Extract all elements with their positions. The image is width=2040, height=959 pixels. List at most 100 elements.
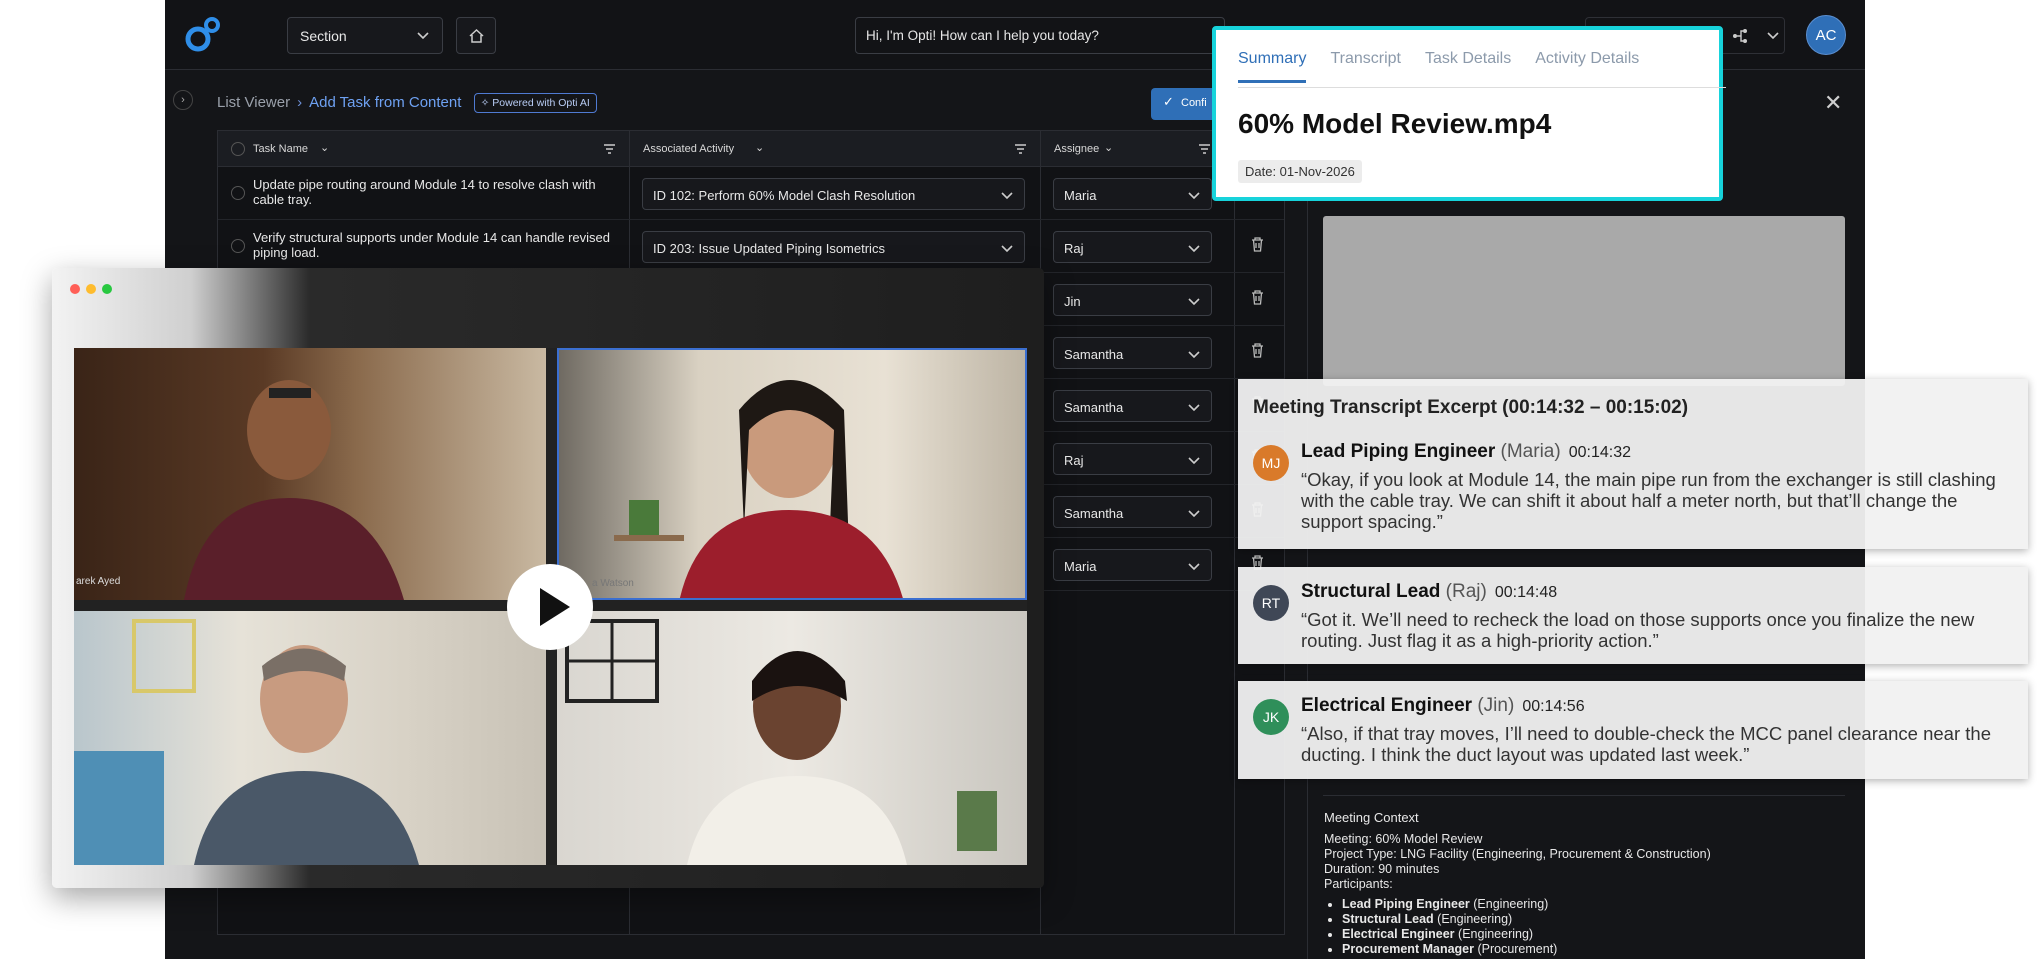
trash-icon[interactable] (1251, 290, 1264, 305)
speaker-role: Structural Lead (1301, 581, 1441, 602)
user-avatar[interactable]: AC (1806, 15, 1846, 55)
filter-icon[interactable] (1014, 143, 1027, 155)
play-button[interactable] (507, 564, 593, 650)
participant-role: Structural Lead (1342, 912, 1434, 926)
assignee-select[interactable]: Samantha (1053, 496, 1212, 528)
person-silhouette (614, 380, 903, 598)
breadcrumb-current: Add Task from Content (309, 94, 462, 111)
transcript-quote: “Okay, if you look at Module 14, the mai… (1301, 469, 1996, 532)
speaker-avatar: RT (1253, 585, 1289, 621)
video-tile-participant-2[interactable]: a Watson (557, 348, 1027, 600)
assignee-select[interactable]: Maria (1053, 549, 1212, 581)
assignee-select[interactable]: Jin (1053, 284, 1212, 316)
assignee-value: Raj (1064, 453, 1084, 468)
window-close-dot[interactable] (70, 284, 80, 294)
chevron-down-icon[interactable] (1766, 28, 1780, 42)
section-select-label: Section (300, 28, 347, 44)
table-row[interactable]: Verify structural supports under Module … (218, 220, 1284, 273)
assignee-value: Samantha (1064, 347, 1124, 362)
assignee-select[interactable]: Samantha (1053, 337, 1212, 369)
participant-dept: (Procurement) (1473, 942, 1558, 956)
assignee-select[interactable]: Raj (1053, 443, 1212, 475)
header-associated-activity[interactable]: Associated Activity (643, 143, 734, 155)
grid-header: Task Name ⌄ Associated Activity ⌄ Assign… (218, 131, 1284, 167)
task-name-cell: Update pipe routing around Module 14 to … (253, 177, 596, 207)
speaker-avatar: JK (1253, 699, 1289, 735)
participant-dept: (Engineering) (1454, 927, 1534, 941)
video-tile-participant-3[interactable] (74, 611, 546, 865)
select-all-radio[interactable] (231, 142, 245, 156)
meeting-context: Meeting Context Meeting: 60% Model Revie… (1324, 810, 1711, 957)
date-badge: Date: 01-Nov-2026 (1238, 160, 1362, 183)
speaker-name: (Raj) (1445, 581, 1487, 602)
participant-dept: (Engineering) (1433, 912, 1513, 926)
home-button[interactable] (456, 17, 496, 54)
tab-summary[interactable]: Summary (1238, 50, 1307, 83)
speaker-avatar: MJ (1253, 445, 1289, 481)
trash-icon[interactable] (1251, 343, 1264, 358)
trash-icon[interactable] (1251, 237, 1264, 252)
chevron-right-icon: › (297, 94, 303, 111)
transcript-quote: “Got it. We’ll need to recheck the load … (1301, 609, 1975, 651)
divider (1323, 795, 1845, 796)
header-assignee[interactable]: Assignee (1054, 143, 1099, 155)
activity-value: ID 102: Perform 60% Model Clash Resoluti… (653, 188, 916, 203)
hierarchy-icon[interactable] (1731, 27, 1749, 45)
chevron-down-icon (417, 32, 429, 40)
video-grid: arek Ayed a Watson (74, 348, 1027, 865)
filter-icon[interactable] (1198, 143, 1211, 155)
speaker-line: Structural Lead (Raj) 00:14:48 (1301, 581, 1557, 603)
participant-role: Lead Piping Engineer (1342, 897, 1470, 911)
project-type: Project Type: LNG Facility (Engineering,… (1324, 847, 1711, 861)
speaker-name: (Jin) (1477, 695, 1515, 716)
assignee-select[interactable]: Samantha (1053, 390, 1212, 422)
filter-icon[interactable] (603, 143, 616, 155)
video-tile-participant-1[interactable]: arek Ayed (74, 348, 546, 600)
speaker-name: (Maria) (1500, 441, 1561, 462)
breadcrumb-root-link[interactable]: List Viewer (217, 94, 290, 111)
row-select-radio[interactable] (231, 239, 245, 253)
detail-tabs: Summary Transcript Task Details Activity De… (1238, 50, 1663, 83)
sidebar-toggle-button[interactable]: › (173, 90, 193, 110)
tab-task-details[interactable]: Task Details (1425, 50, 1511, 80)
transcript-card: Meeting Transcript Excerpt (00:14:32 – 0… (1238, 379, 2028, 549)
chevron-down-icon (1188, 298, 1200, 306)
chevron-down-icon (1001, 245, 1013, 253)
window-minimize-dot[interactable] (86, 284, 96, 294)
speaker-line: Lead Piping Engineer (Maria) 00:14:32 (1301, 441, 1631, 463)
table-row[interactable]: Update pipe routing around Module 14 to … (218, 167, 1284, 220)
video-preview-placeholder (1323, 216, 1845, 386)
video-tile-participant-4[interactable] (557, 611, 1027, 865)
assignee-select[interactable]: Raj (1053, 231, 1212, 263)
row-select-radio[interactable] (231, 186, 245, 200)
confirm-label: Confi (1181, 97, 1207, 109)
video-call-window: arek Ayed a Watson (52, 268, 1044, 888)
assignee-value: Samantha (1064, 506, 1124, 521)
check-icon: ✓ (1163, 94, 1174, 109)
window-maximize-dot[interactable] (102, 284, 112, 294)
sort-chevron-icon[interactable]: ⌄ (755, 141, 764, 154)
meeting-name: Meeting: 60% Model Review (1324, 832, 1483, 846)
transcript-card: JK Electrical Engineer (Jin) 00:14:56 “Also… (1238, 681, 2028, 779)
summary-card: Summary Transcript Task Details Activity De… (1212, 26, 1726, 201)
speaker-timestamp: 00:14:56 (1522, 698, 1585, 715)
header-task-name[interactable]: Task Name (253, 143, 308, 155)
participant-item: Procurement Manager (Procurement) (1342, 942, 1711, 957)
participant-role: Procurement Manager (1342, 942, 1474, 956)
associated-activity-select[interactable]: ID 102: Perform 60% Model Clash Resoluti… (642, 178, 1025, 210)
section-select[interactable]: Section (287, 17, 443, 54)
assignee-select[interactable]: Maria (1053, 178, 1212, 210)
assignee-value: Samantha (1064, 400, 1124, 415)
participants-label: Participants: (1324, 877, 1393, 891)
sort-chevron-icon[interactable]: ⌄ (320, 141, 329, 154)
chevron-down-icon (1188, 245, 1200, 253)
participant-name-tag: a Watson (592, 578, 634, 589)
close-icon[interactable]: ✕ (1824, 90, 1842, 116)
person-silhouette (565, 619, 997, 865)
opti-assistant-input[interactable]: Hi, I'm Opti! How can I help you today? (855, 17, 1225, 54)
tab-transcript[interactable]: Transcript (1330, 50, 1401, 80)
associated-activity-select[interactable]: ID 203: Issue Updated Piping Isometrics (642, 231, 1025, 263)
participants-list: Lead Piping Engineer (Engineering)Struct… (1324, 897, 1711, 957)
tab-activity-details[interactable]: Activity Details (1535, 50, 1639, 80)
sort-chevron-icon[interactable]: ⌄ (1104, 141, 1113, 154)
